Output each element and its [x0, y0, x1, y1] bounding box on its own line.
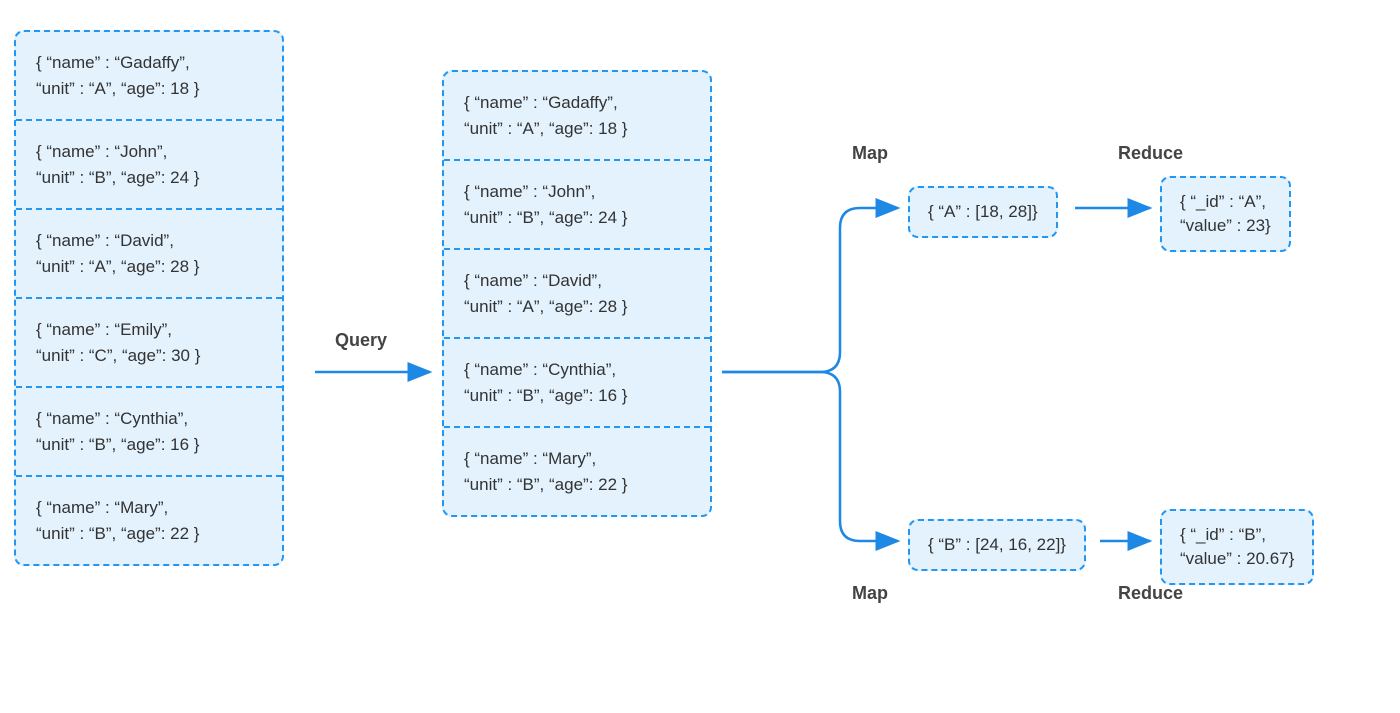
reduce-output-A: { “_id” : “A”, “value” : 23}	[1160, 176, 1291, 252]
record: { “name” : “Emily”, “unit” : “C”, “age”:…	[16, 299, 282, 388]
reduce-output-text: { “_id” : “B”, “value” : 20.67}	[1180, 525, 1294, 568]
record: { “name” : “David”, “unit” : “A”, “age”:…	[444, 250, 710, 339]
record: { “name” : “David”, “unit” : “A”, “age”:…	[16, 210, 282, 299]
reduce-label: Reduce	[1118, 143, 1183, 164]
query-label: Query	[335, 330, 387, 351]
reduce-label: Reduce	[1118, 583, 1183, 604]
map-output-text: { “A” : [18, 28]}	[928, 202, 1038, 221]
record-text: { “name” : “John”, “unit” : “B”, “age”: …	[36, 142, 199, 187]
record-text: { “name” : “Cynthia”, “unit” : “B”, “age…	[36, 409, 199, 454]
source-collection: { “name” : “Gadaffy”, “unit” : “A”, “age…	[14, 30, 284, 566]
record: { “name” : “Gadaffy”, “unit” : “A”, “age…	[444, 72, 710, 161]
arrow-map-bottom	[722, 372, 898, 541]
record: { “name” : “John”, “unit” : “B”, “age”: …	[16, 121, 282, 210]
map-output-A: { “A” : [18, 28]}	[908, 186, 1058, 238]
reduce-output-text: { “_id” : “A”, “value” : 23}	[1180, 192, 1271, 235]
record-text: { “name” : “Mary”, “unit” : “B”, “age”: …	[464, 449, 627, 494]
record-text: { “name” : “Emily”, “unit” : “C”, “age”:…	[36, 320, 200, 365]
record-text: { “name” : “John”, “unit” : “B”, “age”: …	[464, 182, 627, 227]
record: { “name” : “Cynthia”, “unit” : “B”, “age…	[16, 388, 282, 477]
query-result-collection: { “name” : “Gadaffy”, “unit” : “A”, “age…	[442, 70, 712, 517]
reduce-output-B: { “_id” : “B”, “value” : 20.67}	[1160, 509, 1314, 585]
record-text: { “name” : “Mary”, “unit” : “B”, “age”: …	[36, 498, 199, 543]
record-text: { “name” : “Gadaffy”, “unit” : “A”, “age…	[36, 53, 199, 98]
arrow-map-top	[722, 208, 898, 372]
record: { “name” : “Mary”, “unit” : “B”, “age”: …	[444, 428, 710, 515]
map-output-text: { “B” : [24, 16, 22]}	[928, 535, 1066, 554]
record: { “name” : “Gadaffy”, “unit” : “A”, “age…	[16, 32, 282, 121]
record-text: { “name” : “David”, “unit” : “A”, “age”:…	[36, 231, 199, 276]
record-text: { “name” : “Cynthia”, “unit” : “B”, “age…	[464, 360, 627, 405]
record: { “name” : “Cynthia”, “unit” : “B”, “age…	[444, 339, 710, 428]
map-output-B: { “B” : [24, 16, 22]}	[908, 519, 1086, 571]
record: { “name” : “John”, “unit” : “B”, “age”: …	[444, 161, 710, 250]
map-label: Map	[852, 583, 888, 604]
record-text: { “name” : “Gadaffy”, “unit” : “A”, “age…	[464, 93, 627, 138]
record-text: { “name” : “David”, “unit” : “A”, “age”:…	[464, 271, 627, 316]
map-label: Map	[852, 143, 888, 164]
record: { “name” : “Mary”, “unit” : “B”, “age”: …	[16, 477, 282, 564]
